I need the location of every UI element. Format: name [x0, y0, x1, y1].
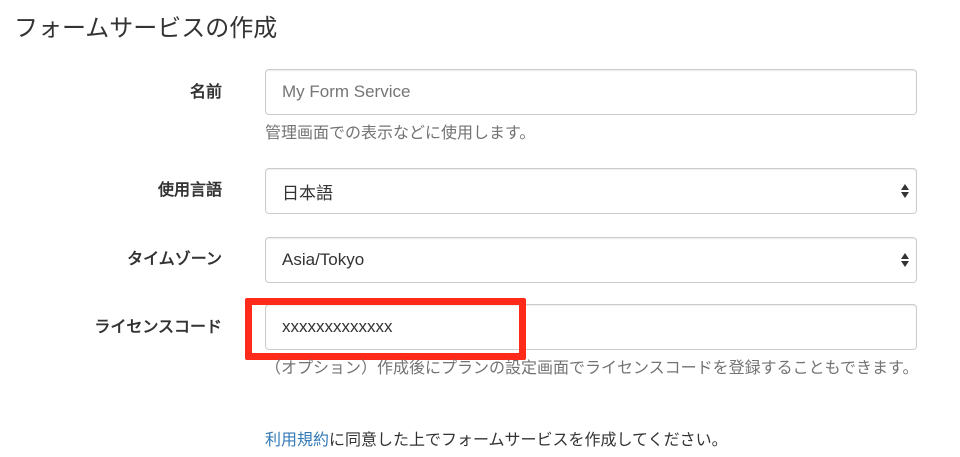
terms-link[interactable]: 利用規約: [265, 430, 329, 449]
license-help-text: （オプション）作成後にプランの設定画面でライセンスコードを登録することもできます…: [265, 358, 919, 377]
language-select[interactable]: 日本語: [265, 168, 917, 214]
timezone-selected-value: Asia/Tokyo: [282, 250, 365, 269]
select-arrows-icon: [900, 183, 910, 199]
language-label: 使用言語: [157, 180, 222, 199]
page-title: フォームサービスの作成: [14, 14, 278, 42]
name-input[interactable]: [265, 69, 917, 115]
select-arrows-icon: [900, 252, 910, 268]
license-input-value: xxxxxxxxxxxxx: [282, 317, 393, 336]
timezone-label: タイムゾーン: [127, 249, 222, 268]
terms-text: 利用規約に同意した上でフォームサービスを作成してください。: [265, 427, 925, 453]
name-label: 名前: [189, 82, 222, 101]
timezone-select[interactable]: Asia/Tokyo: [265, 237, 917, 283]
license-label: ライセンスコード: [94, 317, 222, 336]
license-input[interactable]: xxxxxxxxxxxxx: [265, 304, 917, 350]
language-selected-value: 日本語: [282, 183, 333, 204]
name-help-text: 管理画面での表示などに使用します。: [265, 123, 536, 142]
terms-rest-text: に同意した上でフォームサービスを作成してください。: [329, 430, 728, 449]
